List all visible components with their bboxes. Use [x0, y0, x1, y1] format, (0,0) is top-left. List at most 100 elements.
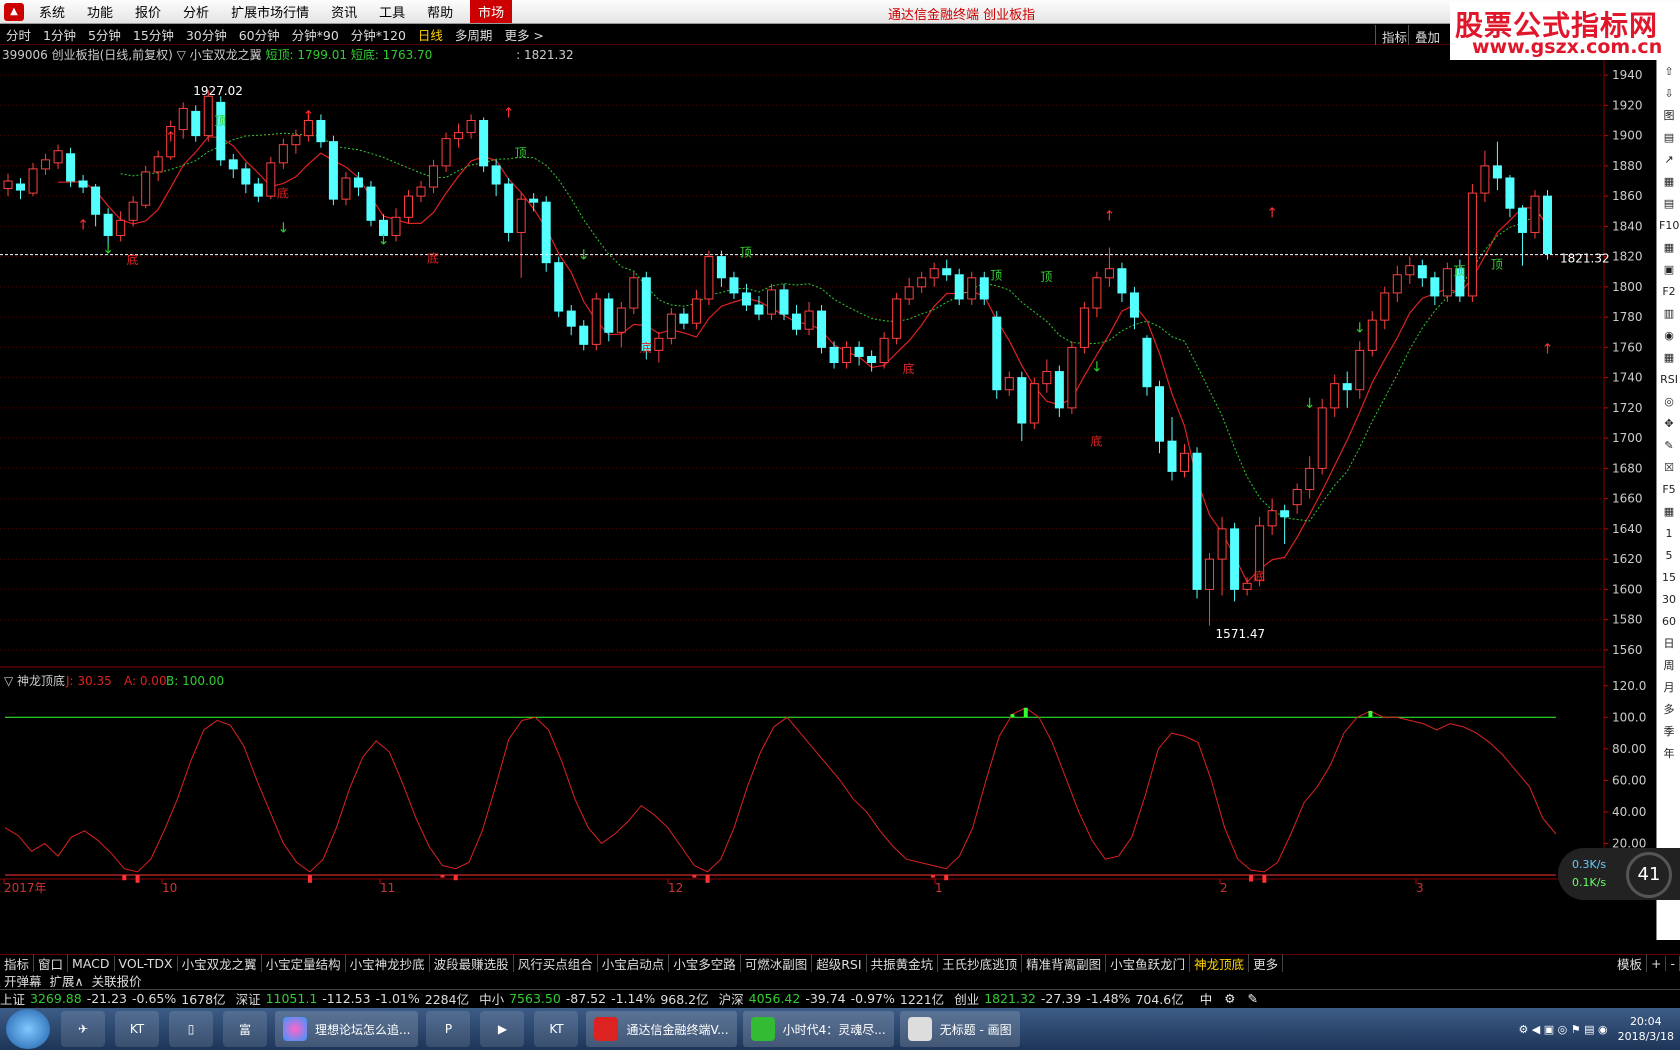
- candle-body[interactable]: [341, 177, 351, 200]
- period-tab[interactable]: 60分钟: [233, 25, 286, 44]
- candle-body[interactable]: [1380, 292, 1390, 321]
- side-tool-icon[interactable]: 图: [1659, 106, 1679, 126]
- candle-body[interactable]: [1467, 192, 1477, 297]
- candle-body[interactable]: [178, 107, 188, 131]
- candle-body[interactable]: [1029, 383, 1039, 424]
- candle-body[interactable]: [1355, 349, 1365, 391]
- candle-body[interactable]: [929, 268, 939, 279]
- indicator-tab[interactable]: 超级RSI: [812, 953, 867, 973]
- candle-body[interactable]: [328, 141, 338, 200]
- candle-body[interactable]: [1054, 371, 1064, 409]
- danmaku-toggle[interactable]: 开弹幕: [0, 971, 46, 990]
- candle-body[interactable]: [1280, 510, 1290, 518]
- candle-body[interactable]: [741, 292, 751, 306]
- pinned-app-icon[interactable]: 富: [223, 1011, 267, 1047]
- side-tool-icon[interactable]: ▤: [1659, 194, 1679, 214]
- side-tool-icon[interactable]: ☒: [1659, 458, 1679, 478]
- period-tab[interactable]: 分钟*90: [286, 25, 345, 44]
- side-tool-icon[interactable]: 年: [1659, 744, 1679, 764]
- period-tab[interactable]: 30分钟: [180, 25, 233, 44]
- taskbar-app-paint[interactable]: 无标题 - 画图: [899, 1011, 1020, 1047]
- indicator-tab[interactable]: 神龙顶底: [1190, 953, 1250, 973]
- taskbar-app-tdx[interactable]: 通达信金融终端V...: [586, 1011, 737, 1047]
- candle-body[interactable]: [817, 310, 827, 348]
- indicator-tab[interactable]: 王氏抄底逃顶: [938, 953, 1023, 973]
- kline-chart[interactable]: 1940 1920 1900 1880 1860 1840 1820 1800 1780 1760…: [0, 45, 1656, 953]
- side-tool-icon[interactable]: 5: [1659, 546, 1679, 566]
- start-button[interactable]: [6, 1009, 50, 1049]
- candle-body[interactable]: [116, 219, 126, 236]
- quote-label[interactable]: 中小: [479, 989, 504, 1008]
- candle-body[interactable]: [1505, 177, 1515, 209]
- side-tool-icon[interactable]: 月: [1659, 678, 1679, 698]
- period-tab[interactable]: 1分钟: [37, 25, 82, 44]
- side-tool-icon[interactable]: ↗: [1659, 150, 1679, 170]
- candle-body[interactable]: [1180, 452, 1190, 472]
- candle-body[interactable]: [1004, 377, 1014, 391]
- candle-body[interactable]: [1079, 307, 1089, 348]
- candle-body[interactable]: [366, 186, 376, 221]
- side-tool-icon[interactable]: ⇧: [1659, 62, 1679, 82]
- candle-body[interactable]: [16, 183, 26, 191]
- candle-body[interactable]: [1530, 195, 1540, 233]
- candle-body[interactable]: [1067, 346, 1077, 409]
- tray-icons[interactable]: ⚙ ◀ ▣ ◎ ⚑ ▤ ◉: [1518, 1023, 1607, 1036]
- candle-body[interactable]: [41, 159, 51, 170]
- side-tool-icon[interactable]: ▦: [1659, 502, 1679, 522]
- market-button[interactable]: 市场: [470, 0, 513, 23]
- side-tool-icon[interactable]: 30: [1659, 590, 1679, 610]
- candle-body[interactable]: [441, 138, 451, 167]
- period-tab[interactable]: 5分钟: [82, 25, 127, 44]
- candle-body[interactable]: [1142, 337, 1152, 388]
- side-tool-icon[interactable]: 日: [1659, 634, 1679, 654]
- candle-body[interactable]: [466, 120, 476, 134]
- candle-body[interactable]: [278, 144, 288, 164]
- quote-label[interactable]: 上证: [0, 989, 25, 1008]
- indicator-tab[interactable]: 小宝神龙抄底: [346, 953, 430, 973]
- side-tool-icon[interactable]: F10: [1659, 216, 1679, 236]
- side-tool-icon[interactable]: F5: [1659, 480, 1679, 500]
- candle-body[interactable]: [1405, 265, 1415, 276]
- tabs-right-button[interactable]: +: [1647, 955, 1667, 971]
- menu-item-system[interactable]: 系统: [28, 2, 76, 21]
- side-tool-icon[interactable]: ◎: [1659, 392, 1679, 412]
- candle-body[interactable]: [479, 120, 489, 167]
- candle-body[interactable]: [1542, 195, 1552, 255]
- candle-body[interactable]: [992, 316, 1002, 391]
- indicator-tab[interactable]: 可燃冰副图: [741, 953, 813, 973]
- indicator-tab[interactable]: 小宝定量结构: [262, 953, 346, 973]
- candle-body[interactable]: [1242, 582, 1252, 590]
- taskbar-app-player[interactable]: 小时代4：灵魂尽...: [742, 1011, 894, 1047]
- tabs-right-button[interactable]: -: [1666, 955, 1680, 971]
- candle-body[interactable]: [591, 298, 601, 345]
- candle-body[interactable]: [716, 256, 726, 279]
- candle-body[interactable]: [892, 298, 902, 339]
- candle-body[interactable]: [1480, 165, 1490, 194]
- candle-body[interactable]: [28, 168, 38, 194]
- candle-body[interactable]: [979, 277, 989, 300]
- pinned-app-icon[interactable]: ▶: [480, 1011, 525, 1047]
- quote-label[interactable]: 沪深: [719, 989, 744, 1008]
- period-tab-daily[interactable]: 日线: [412, 25, 449, 44]
- candle-body[interactable]: [1342, 383, 1352, 391]
- side-tool-icon[interactable]: ▦: [1659, 172, 1679, 192]
- indicator-tab[interactable]: 小宝双龙之翼: [178, 953, 262, 973]
- candle-body[interactable]: [1492, 165, 1502, 179]
- candle-body[interactable]: [1230, 528, 1240, 590]
- candle-body[interactable]: [266, 162, 276, 197]
- candle-body[interactable]: [78, 180, 88, 188]
- side-tool-icon[interactable]: 周: [1659, 656, 1679, 676]
- side-tool-icon[interactable]: 1: [1659, 524, 1679, 544]
- menu-item-help[interactable]: 帮助: [416, 2, 464, 21]
- indicator-tab[interactable]: 更多: [1249, 953, 1284, 973]
- candle-body[interactable]: [779, 289, 789, 315]
- related-quote-toggle[interactable]: 关联报价: [88, 971, 146, 990]
- candle-body[interactable]: [128, 201, 138, 221]
- candle-body[interactable]: [216, 101, 226, 161]
- menu-item-analysis[interactable]: 分析: [172, 2, 220, 21]
- candle-body[interactable]: [141, 171, 151, 206]
- side-tool-icon[interactable]: F2: [1659, 282, 1679, 302]
- menu-item-news[interactable]: 资讯: [320, 2, 368, 21]
- candle-body[interactable]: [842, 346, 852, 363]
- candle-body[interactable]: [679, 313, 689, 324]
